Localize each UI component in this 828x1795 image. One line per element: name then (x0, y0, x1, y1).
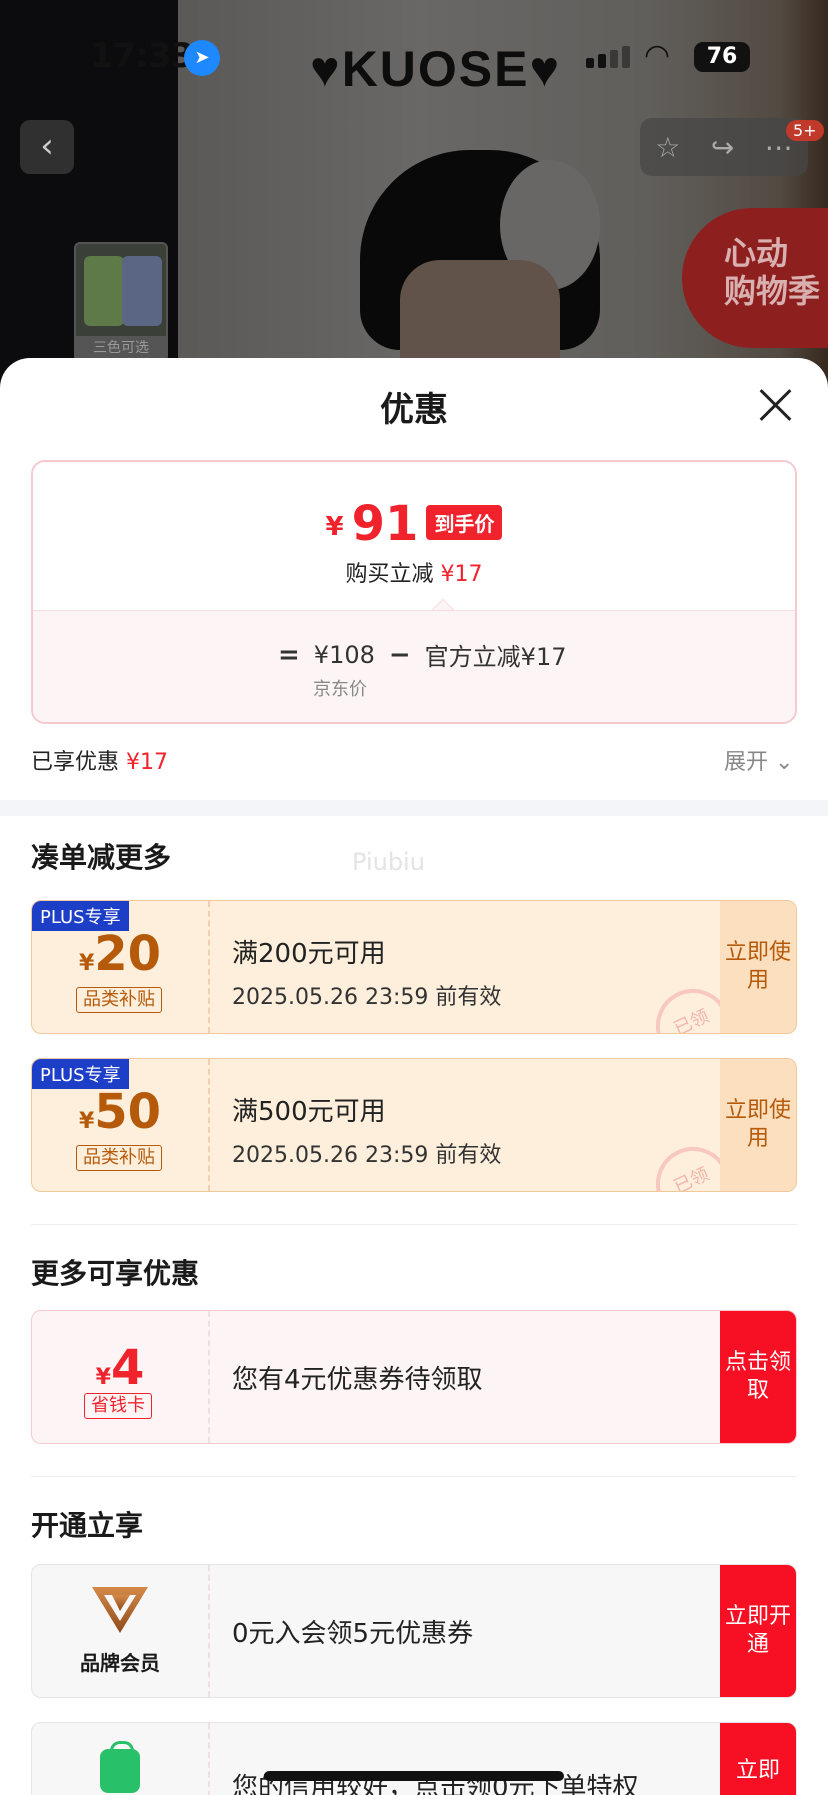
enjoyed-discount: 已享优惠 ¥17 (31, 744, 168, 776)
coupon-expiry: 2025.05.26 23:59 前有效 (232, 985, 502, 1010)
green-variant-swatch (84, 256, 124, 326)
plus-coupon-1[interactable]: PLUS专享 ¥20 品类补贴 满200元可用 2025.05.26 23:59… (31, 900, 797, 1034)
coupon-separator (208, 1059, 210, 1191)
saving-card-desc: 您有4元优惠券待领取 (232, 1365, 483, 1395)
watermark: Piubiu (352, 848, 425, 876)
price-formula-section: = ¥108 − 官方立减¥17 京东价 (33, 610, 795, 722)
saving-card-coupon[interactable]: ¥4 省钱卡 您有4元优惠券待领取 点击领取 (31, 1310, 797, 1444)
enjoyed-discount-amount: ¥17 (126, 750, 169, 775)
promo-badge[interactable]: 心动 购物季 (682, 208, 828, 348)
expand-label: 展开 (724, 750, 769, 775)
coupon-value-area: PLUS专享 ¥20 品类补贴 (32, 901, 208, 1033)
home-indicator[interactable] (264, 1771, 564, 1781)
top-actions: ☆ ↪ ⋯ (640, 118, 808, 176)
section-title-more-offers: 更多可享优惠 (31, 1257, 200, 1290)
coupon-type: 品类补贴 (76, 987, 162, 1013)
instant-discount: 购买立减 ¥17 (33, 556, 795, 588)
saving-card-type: 省钱卡 (84, 1393, 152, 1419)
coupon-currency: ¥ (78, 1109, 95, 1134)
saving-card-value: 4 (110, 1340, 145, 1396)
cellular-signal-icon (586, 46, 630, 68)
status-time: 17:33 (90, 36, 194, 76)
saving-card-currency: ¥ (95, 1365, 111, 1390)
favorite-star-icon[interactable]: ☆ (655, 131, 680, 164)
use-now-button[interactable]: 立即使用 (720, 1059, 796, 1191)
coupon-amount: ¥20 (32, 927, 208, 981)
coupon-currency: ¥ (78, 951, 95, 976)
status-bar: 17:33 ➤ ♥KUOSE♥ ◠ 76 (0, 30, 828, 97)
coupon-separator (208, 1565, 210, 1697)
variant-caption: 三色可选 (76, 336, 166, 360)
credit-icon-area (32, 1723, 208, 1795)
coupon-type: 品类补贴 (76, 1145, 162, 1171)
credit-offer[interactable]: 您的信用较好，点击领0元下单特权 立即 (31, 1722, 797, 1795)
brand-member-v-icon (92, 1587, 148, 1633)
instant-discount-amount: ¥17 (440, 562, 483, 587)
jd-price: ¥108 (313, 640, 375, 669)
promo-line-1: 心动 (724, 234, 789, 272)
brand-member-offer[interactable]: 品牌会员 0元入会领5元优惠券 立即开通 (31, 1564, 797, 1698)
official-discount: 官方立减¥17 (424, 643, 567, 671)
claim-button[interactable]: 点击领取 (720, 1311, 796, 1443)
sheet-title: 优惠 (380, 390, 448, 430)
equals-sign: = (278, 639, 300, 670)
expand-button[interactable]: 展开 ⌄ (724, 744, 793, 776)
credit-button[interactable]: 立即 (720, 1723, 796, 1795)
enjoyed-discount-label: 已享优惠 (31, 750, 120, 775)
final-price: 91 (351, 496, 419, 552)
final-price-line: ¥ 91 到手价 (33, 500, 795, 548)
coupon-separator (208, 1723, 210, 1795)
discount-sheet: 优惠 ¥ 91 到手价 购买立减 ¥17 = ¥108 − 官方立减¥17 京东… (0, 358, 828, 1795)
use-now-button[interactable]: 立即使用 (720, 901, 796, 1033)
brand-member-label: 品牌会员 (80, 1651, 160, 1675)
price-breakdown-card: ¥ 91 到手价 购买立减 ¥17 = ¥108 − 官方立减¥17 京东价 (31, 460, 797, 724)
currency-symbol: ¥ (325, 512, 344, 542)
blue-variant-swatch (122, 256, 162, 326)
section-title-more-savings: 凑单减更多 (31, 841, 172, 874)
promo-line-2: 购物季 (724, 272, 821, 310)
brand-logo: ♥KUOSE♥ (310, 41, 562, 97)
saving-card-value-area: ¥4 省钱卡 (32, 1311, 208, 1443)
instant-discount-label: 购买立减 (345, 562, 434, 587)
coupon-condition: 满500元可用 (232, 1097, 386, 1127)
color-variant-thumbnail[interactable]: 三色可选 (74, 242, 168, 362)
section-title-open-membership: 开通立享 (31, 1509, 144, 1542)
battery-indicator: 76 (694, 42, 750, 72)
product-background: 17:33 ➤ ♥KUOSE♥ ◠ 76 ‹ ☆ ↪ ⋯ 5+ 三色可选 心动 … (0, 0, 828, 400)
brand-member-logo-area: 品牌会员 (32, 1565, 208, 1697)
jd-price-label: 京东价 (313, 679, 367, 700)
price-formula: = ¥108 − 官方立减¥17 (278, 637, 566, 672)
coupon-value-area: PLUS专享 ¥50 品类补贴 (32, 1059, 208, 1191)
coupon-value: 50 (94, 1084, 162, 1140)
divider (31, 1476, 797, 1477)
share-icon[interactable]: ↪ (711, 131, 734, 164)
final-price-tag: 到手价 (426, 505, 503, 540)
wifi-icon: ◠ (644, 38, 671, 73)
coupon-condition: 满200元可用 (232, 939, 386, 969)
coupon-amount: ¥50 (32, 1085, 208, 1139)
divider (31, 1224, 797, 1225)
minus-sign: − (388, 639, 411, 670)
coupon-separator (208, 1311, 210, 1443)
message-badge: 5+ (786, 120, 824, 141)
coupon-value: 20 (94, 926, 162, 982)
shopping-bag-icon (100, 1741, 140, 1793)
section-divider (0, 800, 828, 816)
chevron-down-icon: ⌄ (775, 750, 794, 775)
brand-member-desc: 0元入会领5元优惠券 (232, 1619, 474, 1649)
saving-card-amount: ¥4 (32, 1341, 208, 1395)
open-now-button[interactable]: 立即开通 (720, 1565, 796, 1697)
final-price-section: ¥ 91 到手价 购买立减 ¥17 (33, 462, 795, 610)
coupon-expiry: 2025.05.26 23:59 前有效 (232, 1143, 502, 1168)
close-icon[interactable] (758, 388, 792, 422)
back-button[interactable]: ‹ (20, 120, 74, 174)
plus-coupon-2[interactable]: PLUS专享 ¥50 品类补贴 满500元可用 2025.05.26 23:59… (31, 1058, 797, 1192)
coupon-separator (208, 901, 210, 1033)
location-arrow-icon: ➤ (184, 40, 220, 76)
